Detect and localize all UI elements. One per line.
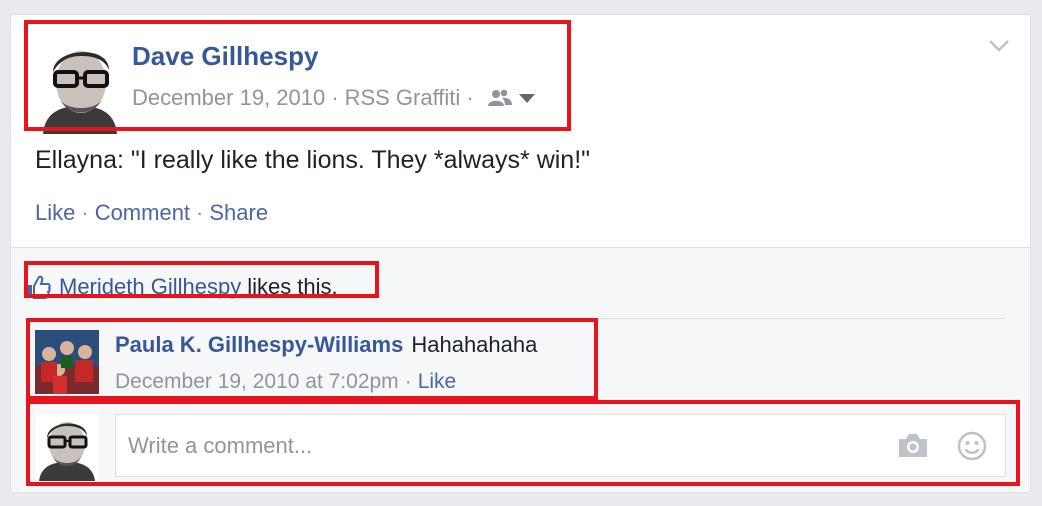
post-actions: Like · Comment · Share [35, 200, 268, 226]
post-app-link[interactable]: RSS Graffiti [345, 85, 461, 111]
camera-icon[interactable] [897, 431, 929, 459]
comment-like-button[interactable]: Like [418, 370, 457, 394]
comment-timestamp[interactable]: December 19, 2010 at 7:02pm [115, 370, 399, 394]
viewer-avatar [35, 414, 99, 481]
meta-separator: · [466, 85, 474, 110]
comment-button[interactable]: Comment [95, 200, 190, 226]
likes-suffix: likes this. [247, 274, 338, 299]
liker-name-link[interactable]: Merideth Gillhespy [59, 274, 241, 300]
likes-summary: Merideth Gillhespy likes this. [25, 274, 338, 300]
smiley-icon[interactable] [957, 431, 987, 461]
comment-author-row: Paula K. Gillhespy-Williams Hahahahaha [115, 332, 537, 358]
meta-separator: · [331, 85, 339, 110]
caret-down-icon [518, 94, 535, 103]
comment-input[interactable] [128, 432, 868, 459]
action-separator: · [81, 200, 89, 225]
friends-icon [487, 89, 512, 106]
comment-text: Hahahahaha [411, 332, 538, 357]
like-button[interactable]: Like [35, 200, 75, 226]
action-separator: · [196, 200, 204, 225]
meta-separator: · [404, 370, 412, 393]
chevron-down-icon[interactable] [988, 39, 1010, 53]
commenter-avatar[interactable] [35, 330, 99, 394]
divider [25, 318, 1005, 319]
share-button[interactable]: Share [209, 200, 268, 226]
post-footer: Merideth Gillhespy likes this. Paula K. … [11, 247, 1030, 492]
comment-author-link[interactable]: Paula K. Gillhespy-Williams [115, 332, 403, 357]
comment-composer [115, 414, 1006, 477]
post-meta: December 19, 2010 · RSS Graffiti · [132, 85, 536, 111]
audience-selector[interactable] [487, 88, 536, 108]
thumbs-up-icon [26, 275, 51, 299]
post-card: Dave Gillhespy December 19, 2010 · RSS G… [10, 14, 1031, 493]
post-text: Ellayna: "I really like the lions. They … [35, 146, 591, 174]
post-timestamp[interactable]: December 19, 2010 [132, 85, 325, 111]
author-avatar[interactable] [35, 38, 125, 134]
comment-meta: December 19, 2010 at 7:02pm · Like [115, 370, 456, 394]
post-author-link[interactable]: Dave Gillhespy [132, 41, 318, 72]
